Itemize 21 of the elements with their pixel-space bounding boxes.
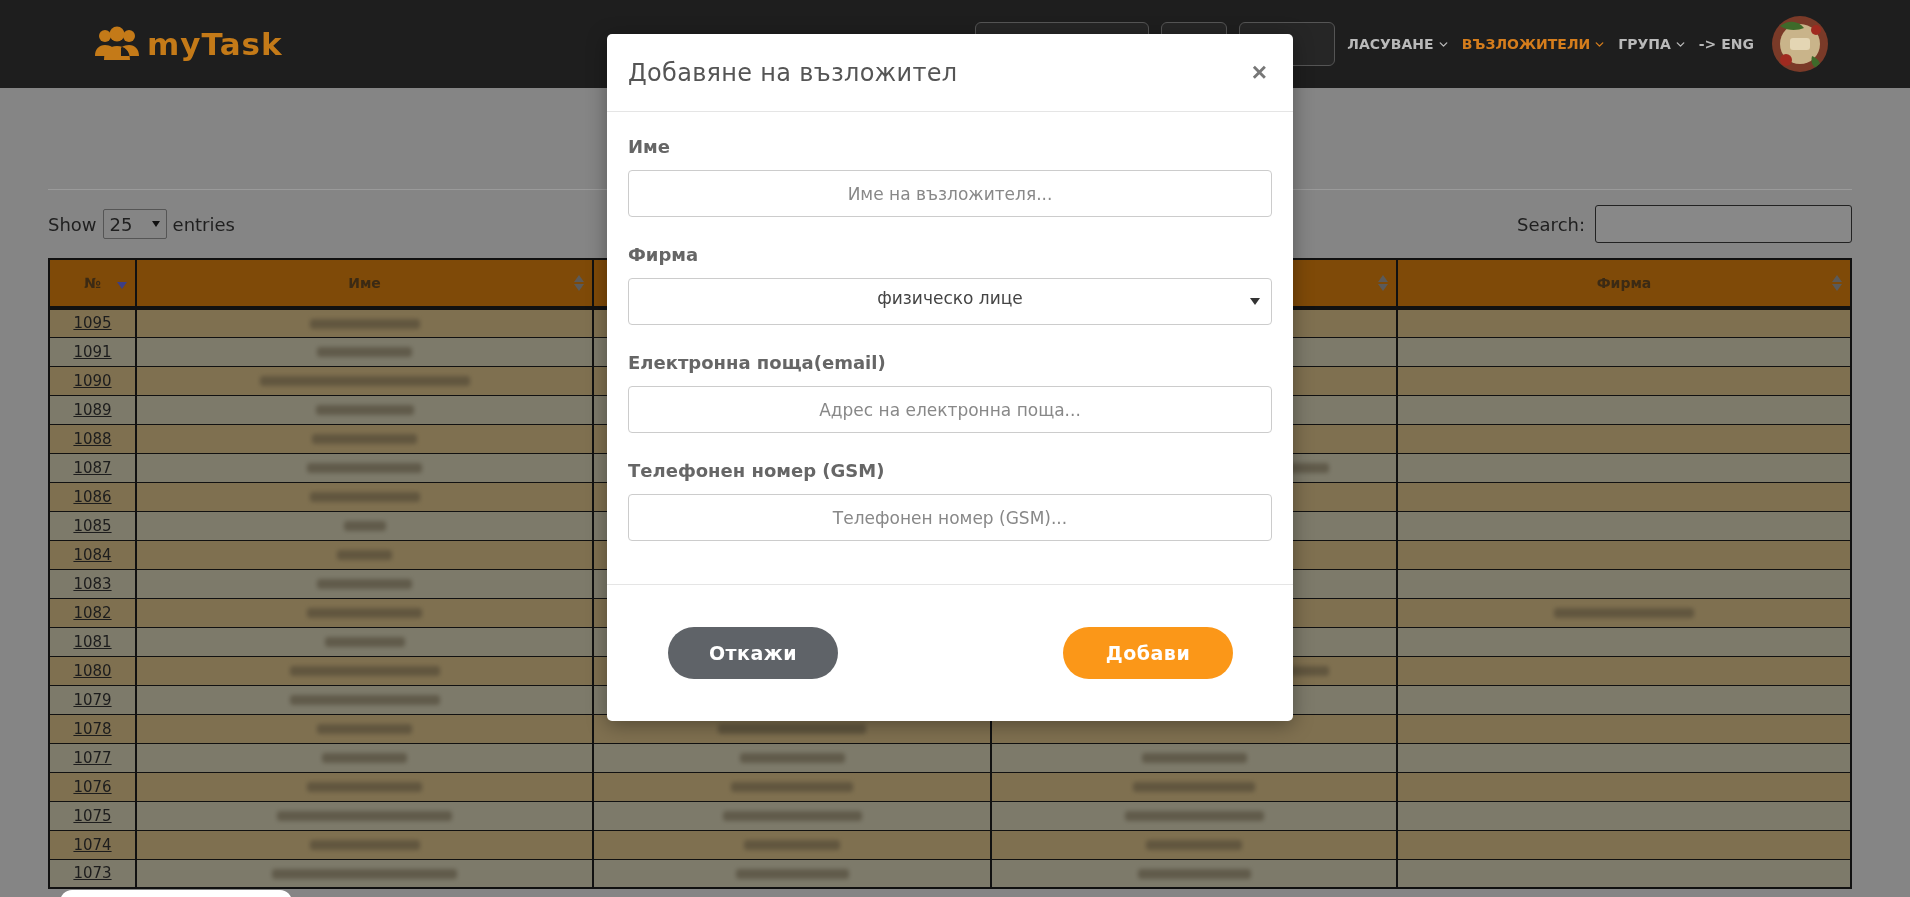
cancel-button[interactable]: Откажи bbox=[668, 627, 838, 679]
input-field[interactable]: Име на възложителя... bbox=[628, 170, 1272, 217]
nav-link[interactable]: -> ENG bbox=[1698, 36, 1754, 52]
search-label: Search: bbox=[1517, 213, 1585, 235]
nav-link[interactable]: ВЪЗЛОЖИТЕЛИ bbox=[1461, 36, 1607, 52]
field-label: Електронна поща(email) bbox=[628, 352, 886, 373]
company-select[interactable]: физическо лице bbox=[628, 278, 1272, 325]
modal-title: Добавяне на възложител bbox=[628, 58, 958, 87]
input-field[interactable]: Телефонен номер (GSM)... bbox=[628, 494, 1272, 541]
nav-link[interactable]: ГРУПА bbox=[1618, 36, 1687, 52]
entries-label: entries bbox=[172, 213, 235, 235]
field-label: Фирма bbox=[628, 244, 699, 265]
input-field[interactable]: Адрес на електронна поща... bbox=[628, 386, 1272, 433]
nav-link[interactable]: ЛАСУВАНЕ bbox=[1347, 36, 1450, 52]
add-button[interactable]: Добави bbox=[1063, 627, 1233, 679]
close-button[interactable]: × bbox=[1247, 57, 1271, 88]
field-label: Име bbox=[628, 136, 670, 157]
field-label: Телефонен номер (GSM) bbox=[628, 460, 885, 481]
logo-text[interactable]: myTask bbox=[147, 26, 283, 62]
page-size-select[interactable]: 25 bbox=[102, 209, 167, 239]
show-label: Show bbox=[48, 213, 97, 235]
